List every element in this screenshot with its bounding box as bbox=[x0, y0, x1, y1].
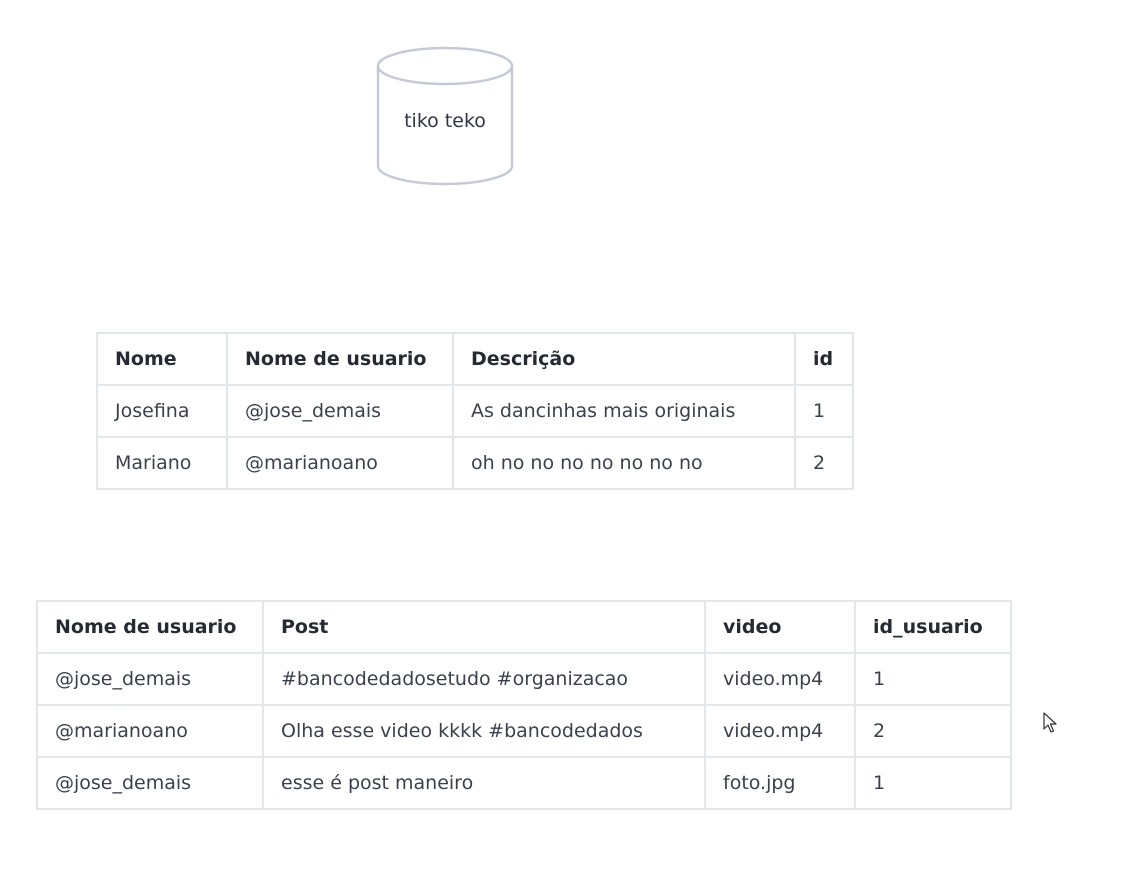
posts-cell-id-usuario: 2 bbox=[854, 704, 1012, 758]
users-header-id: id bbox=[794, 332, 854, 386]
table-row: Mariano @marianoano oh no no no no no no… bbox=[96, 436, 854, 490]
posts-cell-video: video.mp4 bbox=[704, 704, 856, 758]
posts-cell-post: esse é post maneiro bbox=[262, 756, 706, 810]
table-row: @jose_demais #bancodedadosetudo #organiz… bbox=[36, 652, 1012, 706]
users-cell-nome: Josefina bbox=[96, 384, 228, 438]
users-table: Nome Nome de usuario Descrição id Josefi… bbox=[96, 332, 854, 490]
table-row: @marianoano Olha esse video kkkk #bancod… bbox=[36, 704, 1012, 758]
users-cell-id: 2 bbox=[794, 436, 854, 490]
posts-cell-nome-de-usuario: @marianoano bbox=[36, 704, 264, 758]
database-label: tiko teko bbox=[404, 110, 486, 132]
posts-header-nome-de-usuario: Nome de usuario bbox=[36, 600, 264, 654]
users-table-header-row: Nome Nome de usuario Descrição id bbox=[96, 332, 854, 386]
users-header-descricao: Descrição bbox=[452, 332, 796, 386]
users-header-nome: Nome bbox=[96, 332, 228, 386]
posts-cell-id-usuario: 1 bbox=[854, 756, 1012, 810]
posts-table-header-row: Nome de usuario Post video id_usuario bbox=[36, 600, 1012, 654]
users-cell-nome-de-usuario: @jose_demais bbox=[226, 384, 454, 438]
users-cell-nome: Mariano bbox=[96, 436, 228, 490]
posts-cell-nome-de-usuario: @jose_demais bbox=[36, 652, 264, 706]
table-row: @jose_demais esse é post maneiro foto.jp… bbox=[36, 756, 1012, 810]
table-row: Josefina @jose_demais As dancinhas mais … bbox=[96, 384, 854, 438]
posts-cell-video: foto.jpg bbox=[704, 756, 856, 810]
posts-table: Nome de usuario Post video id_usuario @j… bbox=[36, 600, 1012, 810]
users-header-nome-de-usuario: Nome de usuario bbox=[226, 332, 454, 386]
users-cell-descricao: As dancinhas mais originais bbox=[452, 384, 796, 438]
posts-header-video: video bbox=[704, 600, 856, 654]
posts-cell-post: Olha esse video kkkk #bancodedados bbox=[262, 704, 706, 758]
users-cell-nome-de-usuario: @marianoano bbox=[226, 436, 454, 490]
posts-header-id-usuario: id_usuario bbox=[854, 600, 1012, 654]
mouse-pointer-icon bbox=[1043, 712, 1057, 733]
posts-cell-video: video.mp4 bbox=[704, 652, 856, 706]
posts-cell-nome-de-usuario: @jose_demais bbox=[36, 756, 264, 810]
posts-cell-post: #bancodedadosetudo #organizacao bbox=[262, 652, 706, 706]
users-cell-id: 1 bbox=[794, 384, 854, 438]
users-cell-descricao: oh no no no no no no no bbox=[452, 436, 796, 490]
posts-cell-id-usuario: 1 bbox=[854, 652, 1012, 706]
posts-header-post: Post bbox=[262, 600, 706, 654]
